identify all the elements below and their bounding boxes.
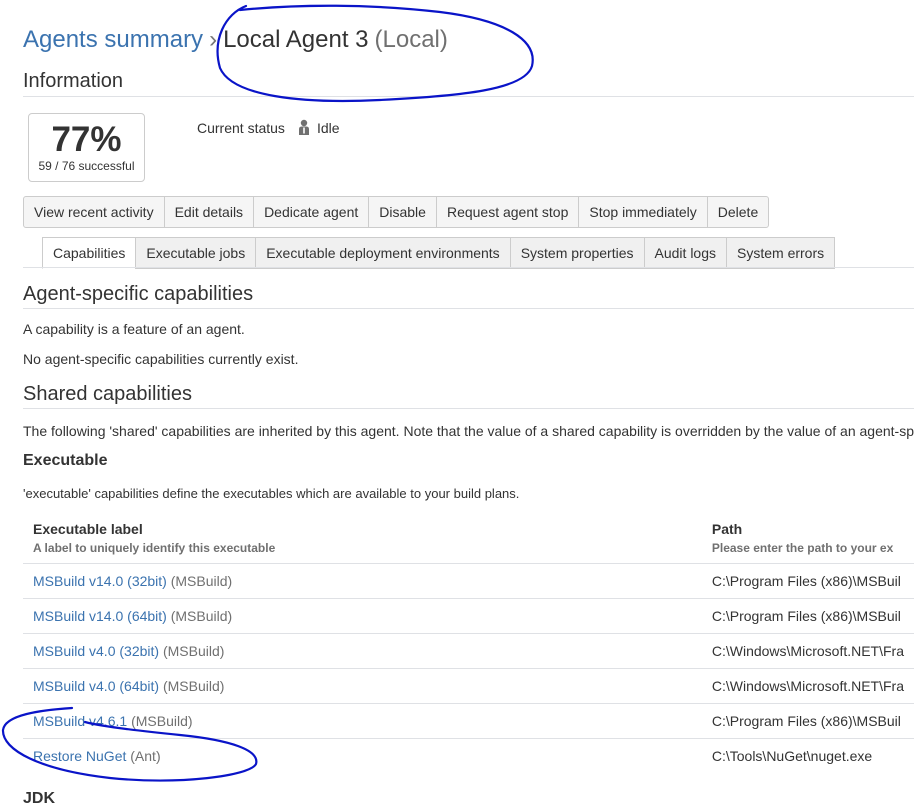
- executable-label-cell: MSBuild v4.0 (32bit) (MSBuild): [23, 633, 712, 669]
- table-row: MSBuild v4.6.1 (MSBuild) C:\Program File…: [23, 703, 914, 739]
- tabs-divider: [23, 267, 914, 268]
- executable-path: C:\Program Files (x86)\MSBuil: [711, 563, 914, 599]
- executable-label-cell: MSBuild v14.0 (64bit) (MSBuild): [23, 598, 712, 634]
- edit-details-button[interactable]: Edit details: [163, 196, 255, 228]
- executable-link[interactable]: MSBuild v4.0 (32bit): [33, 643, 159, 659]
- executable-path: C:\Tools\NuGet\nuget.exe: [711, 738, 914, 773]
- table-row: MSBuild v4.0 (32bit) (MSBuild) C:\Window…: [23, 633, 914, 669]
- executable-heading: Executable: [23, 452, 108, 469]
- tab-executable-deployment-environments[interactable]: Executable deployment environments: [255, 237, 511, 269]
- agent-type: (Local): [374, 26, 448, 53]
- stop-immediately-button[interactable]: Stop immediately: [578, 196, 708, 228]
- executable-description: 'executable' capabilities define the exe…: [23, 486, 520, 501]
- delete-button[interactable]: Delete: [706, 196, 770, 228]
- table-header-row: Executable label A label to uniquely ide…: [23, 515, 914, 564]
- tab-system-properties[interactable]: System properties: [509, 237, 645, 269]
- executable-capabilities-table: Executable label A label to uniquely ide…: [23, 515, 914, 773]
- column-path-title: Path: [711, 521, 743, 537]
- tab-audit-logs[interactable]: Audit logs: [643, 237, 727, 269]
- status-value: Idle: [316, 119, 340, 136]
- executable-link[interactable]: Restore NuGet: [33, 748, 126, 764]
- jdk-heading: JDK: [23, 790, 56, 807]
- success-detail: 59 / 76 successful: [38, 159, 135, 173]
- page-title: Agents summary › Local Agent 3 (Local): [23, 26, 448, 54]
- executable-kind: (MSBuild): [162, 678, 225, 694]
- agent-actions-toolbar: View recent activity Edit details Dedica…: [23, 196, 770, 228]
- executable-path: C:\Program Files (x86)\MSBuil: [711, 703, 914, 739]
- view-recent-activity-button[interactable]: View recent activity: [23, 196, 165, 228]
- no-capabilities-message: No agent-specific capabilities currently…: [23, 351, 299, 367]
- executable-label-cell: MSBuild v4.0 (64bit) (MSBuild): [23, 668, 712, 704]
- executable-kind: (MSBuild): [162, 643, 225, 659]
- tab-capabilities[interactable]: Capabilities: [42, 237, 137, 269]
- agent-tabs: Capabilities Executable jobs Executable …: [42, 237, 836, 269]
- executable-link[interactable]: MSBuild v14.0 (64bit): [33, 608, 167, 624]
- executable-label-cell: MSBuild v14.0 (32bit) (MSBuild): [23, 563, 712, 599]
- executable-link[interactable]: MSBuild v4.6.1: [33, 713, 127, 729]
- current-status: Current status Idle: [197, 119, 340, 136]
- agent-idle-icon: [298, 119, 309, 135]
- status-label: Current status: [197, 119, 285, 136]
- success-rate-box: 77% 59 / 76 successful: [28, 113, 145, 182]
- column-path-description: Please enter the path to your ex: [711, 541, 894, 555]
- request-agent-stop-button[interactable]: Request agent stop: [435, 196, 580, 228]
- success-rate: 77%: [51, 120, 122, 159]
- executable-link[interactable]: MSBuild v14.0 (32bit): [33, 573, 167, 589]
- table-row: MSBuild v14.0 (32bit) (MSBuild) C:\Progr…: [23, 563, 914, 599]
- agent-name: Local Agent 3: [223, 26, 369, 53]
- executable-path: C:\Windows\Microsoft.NET\Fra: [711, 633, 914, 669]
- tab-executable-jobs[interactable]: Executable jobs: [135, 237, 257, 269]
- divider: [23, 408, 914, 409]
- executable-path: C:\Windows\Microsoft.NET\Fra: [711, 668, 914, 704]
- table-row: MSBuild v4.0 (64bit) (MSBuild) C:\Window…: [23, 668, 914, 704]
- disable-button[interactable]: Disable: [368, 196, 437, 228]
- table-row: Restore NuGet (Ant) C:\Tools\NuGet\nuget…: [23, 738, 914, 773]
- executable-kind: (MSBuild): [131, 713, 193, 729]
- shared-intro: The following 'shared' capabilities are …: [23, 423, 914, 439]
- column-header-label: Executable label A label to uniquely ide…: [23, 515, 712, 564]
- capability-definition: A capability is a feature of an agent.: [23, 321, 245, 337]
- divider: [23, 308, 914, 309]
- shared-capabilities-heading: Shared capabilities: [23, 383, 192, 405]
- agent-specific-heading: Agent-specific capabilities: [23, 283, 254, 305]
- dedicate-agent-button[interactable]: Dedicate agent: [253, 196, 370, 228]
- information-heading: Information: [23, 70, 124, 92]
- executable-label-cell: Restore NuGet (Ant): [23, 738, 712, 773]
- tab-system-errors[interactable]: System errors: [726, 237, 836, 269]
- column-label-description: A label to uniquely identify this execut…: [33, 541, 276, 555]
- divider: [23, 96, 914, 97]
- executable-kind: (MSBuild): [170, 608, 233, 624]
- executable-kind: (MSBuild): [170, 573, 233, 589]
- breadcrumb-agents-summary[interactable]: Agents summary: [23, 26, 203, 53]
- breadcrumb-separator: ›: [209, 26, 218, 53]
- table-row: MSBuild v14.0 (64bit) (MSBuild) C:\Progr…: [23, 598, 914, 634]
- executable-link[interactable]: MSBuild v4.0 (64bit): [33, 678, 159, 694]
- column-header-path: Path Please enter the path to your ex: [712, 515, 914, 564]
- column-label-title: Executable label: [33, 521, 143, 537]
- executable-label-cell: MSBuild v4.6.1 (MSBuild): [23, 703, 712, 739]
- executable-kind: (Ant): [130, 748, 161, 764]
- executable-path: C:\Program Files (x86)\MSBuil: [711, 598, 914, 634]
